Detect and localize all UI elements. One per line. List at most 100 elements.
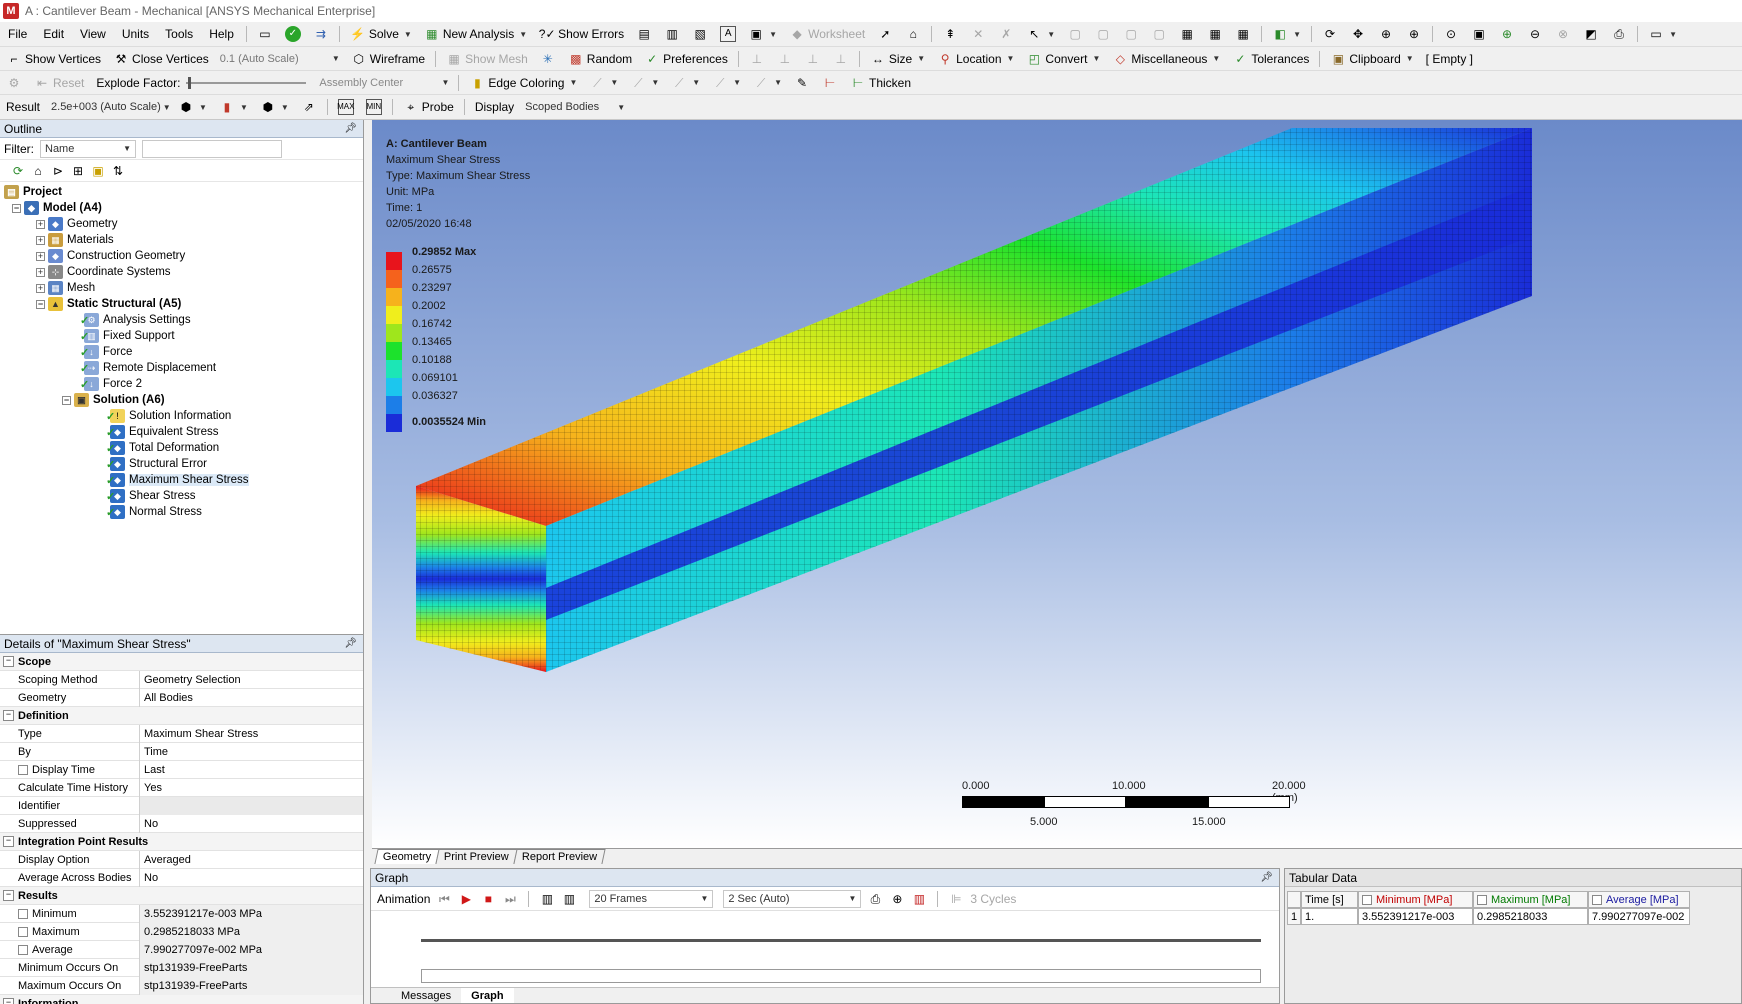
tree-node-coordinate-systems[interactable]: + ⊹ Coordinate Systems: [0, 264, 363, 280]
select-body-icon[interactable]: ▢: [1089, 24, 1117, 44]
reset-button[interactable]: ⇤ Reset: [28, 73, 90, 93]
column-header-time[interactable]: Time [s]: [1301, 891, 1358, 908]
pin-icon[interactable]: 📌︎: [344, 638, 357, 649]
folder-icon[interactable]: ▣: [90, 163, 106, 179]
menu-view[interactable]: View: [72, 24, 114, 44]
tree-node-fixed-support[interactable]: ✓ ▥ Fixed Support: [0, 328, 363, 344]
collapse-icon[interactable]: −: [62, 395, 71, 405]
image-icon[interactable]: ▣ ▼: [742, 24, 783, 44]
row-display-option[interactable]: Display Option Averaged: [0, 850, 363, 869]
menu-help[interactable]: Help: [201, 24, 242, 44]
row-maximum[interactable]: Maximum 0.2985218033 MPa: [0, 922, 363, 941]
report-icon[interactable]: ▧: [686, 24, 714, 44]
tree-node-model[interactable]: − ◆ Model (A4): [0, 200, 363, 216]
edge-style-icon-2[interactable]: ⟋ ▼: [624, 73, 665, 93]
property-value[interactable]: No: [140, 815, 363, 833]
timeline-track[interactable]: [421, 939, 1261, 942]
annotation-icon[interactable]: A: [714, 24, 742, 44]
parameter-checkbox[interactable]: [18, 926, 28, 937]
graphics-viewport[interactable]: A: Cantilever Beam Maximum Shear Stress …: [372, 120, 1742, 848]
graphics-options-icon[interactable]: ◧ ▼: [1266, 24, 1307, 44]
cell-average[interactable]: 7.990277097e-002: [1588, 908, 1690, 925]
tolerances-button[interactable]: ✓ Tolerances: [1226, 49, 1315, 69]
min-label-icon[interactable]: MIN: [360, 97, 388, 117]
edge-style-icon-3[interactable]: ⟋ ▼: [665, 73, 706, 93]
filter-dropdown[interactable]: Name ▼: [40, 139, 136, 158]
zoom-selection-icon[interactable]: ▣: [1465, 24, 1493, 44]
expand-all-icon[interactable]: ⊞: [70, 163, 86, 179]
row-identifier[interactable]: Identifier: [0, 796, 363, 815]
select-pointer-icon[interactable]: ➚: [871, 24, 899, 44]
column-checkbox[interactable]: [1592, 894, 1602, 905]
extend-limits-icon[interactable]: ▦: [1201, 24, 1229, 44]
column-header-maximum[interactable]: Maximum [MPa]: [1473, 891, 1588, 908]
zoom-box-icon[interactable]: ⊕: [1400, 24, 1428, 44]
tree-node-equivalent-stress[interactable]: ✓ ◆ Equivalent Stress: [0, 424, 363, 440]
viewports-icon[interactable]: ▭ ▼: [1642, 24, 1683, 44]
property-value[interactable]: Geometry Selection: [140, 671, 363, 689]
menu-tools[interactable]: Tools: [157, 24, 201, 44]
sort-icon[interactable]: ⇅: [110, 163, 126, 179]
show-errors-button[interactable]: ?✓ Show Errors: [533, 24, 630, 44]
play-icon[interactable]: ▶: [458, 891, 474, 907]
close-vertices-button[interactable]: ⚒ Close Vertices: [107, 49, 215, 69]
explode-icon[interactable]: ⚙: [0, 73, 28, 93]
max-label-icon[interactable]: MAX: [332, 97, 360, 117]
tag-icon[interactable]: ⌂: [899, 24, 927, 44]
distributed-frames-icon[interactable]: ▥: [539, 891, 555, 907]
show-vertices-button[interactable]: ⌐ Show Vertices: [0, 49, 107, 69]
thin-icon[interactable]: ⊢: [816, 73, 844, 93]
row-type[interactable]: Type Maximum Shear Stress: [0, 724, 363, 743]
tree-node-force[interactable]: ✓ ↓ Force: [0, 344, 363, 360]
group-integration-point-results[interactable]: Integration Point Results: [0, 833, 363, 851]
row-maximum-occurs-on[interactable]: Maximum Occurs On stp131939-FreeParts: [0, 976, 363, 995]
preferences-button[interactable]: ✓ Preferences: [638, 49, 734, 69]
show-mesh-button[interactable]: ▦ Show Mesh: [440, 49, 534, 69]
next-view-icon[interactable]: ⊗: [1549, 24, 1577, 44]
column-header-average[interactable]: Average [MPa]: [1588, 891, 1690, 908]
zoom-to-fit-icon[interactable]: ⊙: [1437, 24, 1465, 44]
timeline-scroll[interactable]: [421, 969, 1261, 983]
beam-contour-render[interactable]: [372, 120, 1742, 848]
property-value[interactable]: Time: [140, 743, 363, 761]
pan-icon[interactable]: ✥: [1344, 24, 1372, 44]
align-icon[interactable]: ⊥: [743, 49, 771, 69]
assembly-center-dropdown[interactable]: Assembly Center ▼: [314, 74, 454, 92]
select-face-icon[interactable]: ▢: [1061, 24, 1089, 44]
isometric-view-icon[interactable]: ◩: [1577, 24, 1605, 44]
select-vertex-icon[interactable]: ✕: [964, 24, 992, 44]
row-minimum-occurs-on[interactable]: Minimum Occurs On stp131939-FreeParts: [0, 958, 363, 977]
duration-dropdown[interactable]: 2 Sec (Auto) ▼: [723, 889, 862, 908]
cell-time[interactable]: 1.: [1301, 908, 1358, 925]
tree-node-solution-information[interactable]: ✓! Solution Information: [0, 408, 363, 424]
expand-icon[interactable]: +: [36, 283, 45, 293]
edge-style-icon[interactable]: ⟋ ▼: [583, 73, 624, 93]
wireframe-button[interactable]: ⬡ Wireframe: [345, 49, 431, 69]
explode-factor-slider[interactable]: [186, 74, 307, 92]
tree-node-mesh[interactable]: + ▦ Mesh: [0, 280, 363, 296]
select-node-icon[interactable]: ▢: [1117, 24, 1145, 44]
pin-icon[interactable]: 📌︎: [344, 123, 357, 134]
group-information[interactable]: Information: [0, 995, 363, 1004]
column-checkbox[interactable]: [1477, 894, 1487, 905]
tree-node-geometry[interactable]: + ◆ Geometry: [0, 216, 363, 232]
random-button[interactable]: ▩ Random: [562, 49, 638, 69]
row-by[interactable]: By Time: [0, 742, 363, 761]
display-dropdown[interactable]: Scoped Bodies ▼: [520, 98, 630, 116]
miscellaneous-dropdown[interactable]: ◇ Miscellaneous ▼: [1106, 49, 1226, 69]
refresh-icon[interactable]: ⟳: [10, 163, 26, 179]
cell-minimum[interactable]: 3.552391217e-003: [1358, 908, 1473, 925]
pin-edge-icon[interactable]: ✎: [788, 73, 816, 93]
keyframe-icon[interactable]: ▥: [911, 891, 927, 907]
thicken-button[interactable]: ⊢ Thicken: [844, 73, 917, 93]
command-icon[interactable]: ▭: [251, 24, 279, 44]
stop-icon[interactable]: ■: [480, 891, 496, 907]
property-value[interactable]: All Bodies: [140, 689, 363, 707]
cycles-icon[interactable]: ⊫: [948, 891, 964, 907]
parameter-checkbox[interactable]: [18, 908, 28, 919]
result-sets-icon[interactable]: ▥: [561, 891, 577, 907]
expand-icon[interactable]: +: [36, 251, 45, 261]
tree-node-maximum-shear-stress[interactable]: ✓ ◆ Maximum Shear Stress: [0, 472, 363, 488]
menu-units[interactable]: Units: [114, 24, 157, 44]
export-video-icon[interactable]: ⎙: [867, 891, 883, 907]
